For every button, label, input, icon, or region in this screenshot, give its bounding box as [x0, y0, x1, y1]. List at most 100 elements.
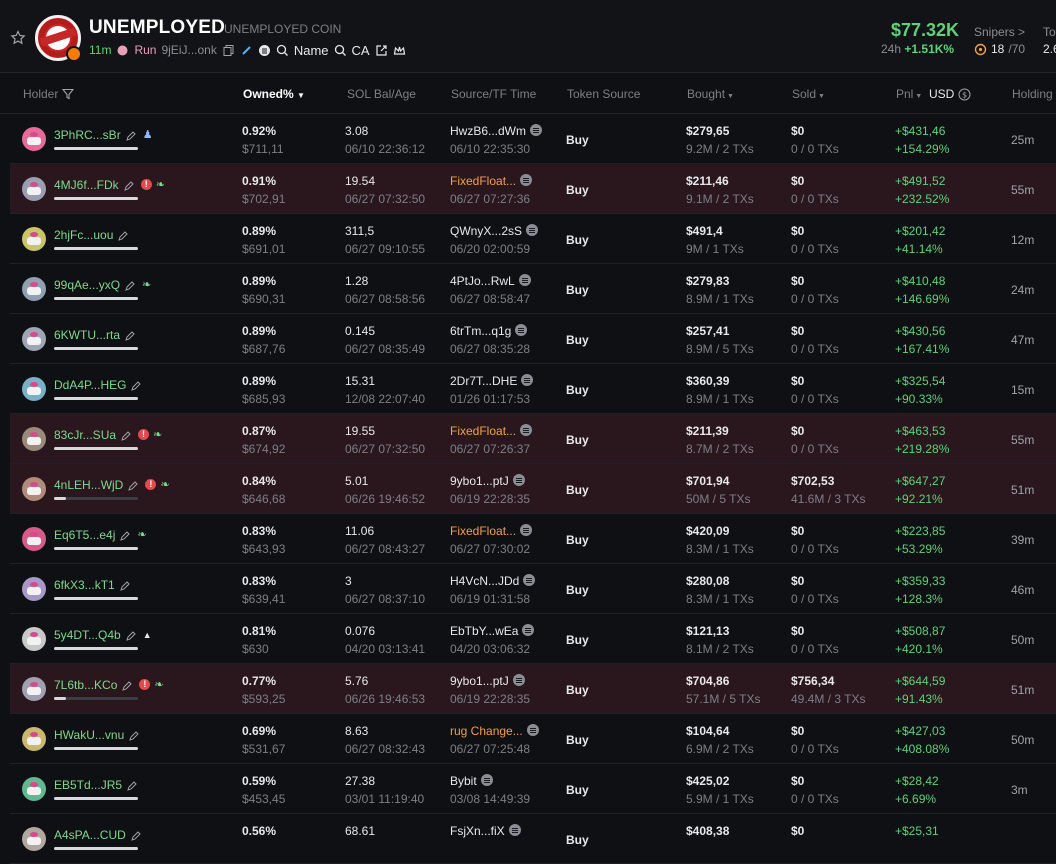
table-row[interactable]: Eq6T5...e4j ❧ 0.83% $643,93 11.06 06/27 08:43…: [10, 514, 1056, 564]
source-list-icon[interactable]: [512, 474, 525, 486]
holder-address[interactable]: 7L6tb...KCo: [54, 678, 117, 692]
funding-source[interactable]: 9ybo1...ptJ: [450, 674, 509, 688]
table-row[interactable]: 4nLEH...WjD! ❧ 0.84% $646,68 5.01 06/26 19:46…: [10, 464, 1056, 514]
source-list-icon[interactable]: [518, 274, 531, 286]
edit-icon[interactable]: [124, 330, 136, 342]
table-row[interactable]: 2hjFc...uou 0.89% $691,01 311,5 06/27 09:10:…: [10, 214, 1056, 264]
source-list-icon[interactable]: [520, 524, 533, 536]
edit-icon[interactable]: [124, 280, 136, 292]
source-list-icon[interactable]: [521, 374, 534, 386]
table-row[interactable]: 99qAe...yxQ ❧ 0.89% $690,31 1.28 06/27 08:58:…: [10, 264, 1056, 314]
avatar[interactable]: [22, 227, 46, 251]
funding-source[interactable]: HwzB6...dWm: [450, 124, 526, 138]
table-row[interactable]: 4MJ6f...FDk! ❧ 0.91% $702,91 19.54 06/27 07:3…: [10, 164, 1056, 214]
table-row[interactable]: 5y4DT...Q4b ▲ 0.81% $630 0.076 04/20 03:13:41…: [10, 614, 1056, 664]
avatar[interactable]: [22, 127, 46, 151]
edit-icon[interactable]: [128, 730, 140, 742]
edit-icon[interactable]: [130, 380, 142, 392]
table-row[interactable]: A4sPA...CUD 0.56% 68.61 FsjXn...fiX Buy $408,…: [10, 814, 1056, 864]
col-pnl[interactable]: Pnl ▼: [896, 87, 922, 101]
holder-address[interactable]: 6fkX3...kT1: [54, 578, 115, 592]
holder-address[interactable]: 4MJ6f...FDk: [54, 178, 119, 192]
funding-source[interactable]: 2Dr7T...DHE: [450, 374, 517, 388]
funding-source[interactable]: FixedFloat...: [450, 524, 516, 538]
edit-icon[interactable]: [119, 530, 131, 542]
funding-source[interactable]: 9ybo1...ptJ: [450, 474, 509, 488]
funding-source[interactable]: FsjXn...fiX: [450, 824, 505, 838]
list-icon[interactable]: [258, 44, 271, 57]
search-ca-icon[interactable]: [334, 44, 347, 57]
holder-address[interactable]: Eq6T5...e4j: [54, 528, 115, 542]
avatar[interactable]: [22, 577, 46, 601]
pump-link-icon[interactable]: [240, 44, 253, 57]
funding-source[interactable]: 4PtJo...RwL: [450, 274, 515, 288]
source-list-icon[interactable]: [522, 624, 535, 636]
run-label[interactable]: Run: [134, 43, 156, 57]
table-row[interactable]: 83cJr...SUa! ❧ 0.87% $674,92 19.55 06/27 07:3…: [10, 414, 1056, 464]
col-token-source[interactable]: Token Source: [567, 87, 640, 101]
holder-address[interactable]: 6KWTU...rta: [54, 328, 120, 342]
avatar[interactable]: [22, 477, 46, 501]
edit-icon[interactable]: [125, 630, 137, 642]
usd-toggle[interactable]: USD $: [929, 87, 971, 101]
col-sol-balance[interactable]: SOL Bal/Age: [347, 87, 416, 101]
source-list-icon[interactable]: [480, 774, 493, 786]
avatar[interactable]: [22, 677, 46, 701]
holder-address[interactable]: HWakU...vnu: [54, 728, 124, 742]
edit-icon[interactable]: [119, 580, 131, 592]
table-row[interactable]: 7L6tb...KCo! ❧ 0.77% $593,25 5.76 06/26 19:46…: [10, 664, 1056, 714]
table-row[interactable]: 6fkX3...kT1 0.83% $639,41 3 06/27 08:37:10 H4…: [10, 564, 1056, 614]
source-list-icon[interactable]: [523, 574, 536, 586]
table-row[interactable]: HWakU...vnu 0.69% $531,67 8.63 06/27 08:32:4…: [10, 714, 1056, 764]
source-list-icon[interactable]: [508, 824, 521, 836]
holder-address[interactable]: 83cJr...SUa: [54, 428, 116, 442]
holder-address[interactable]: 5y4DT...Q4b: [54, 628, 121, 642]
edit-icon[interactable]: [117, 230, 129, 242]
col-holding[interactable]: Holding I: [1012, 87, 1056, 101]
holder-address[interactable]: EB5Td...JR5: [54, 778, 122, 792]
col-owned[interactable]: Owned% ▼: [243, 87, 305, 101]
edit-icon[interactable]: [120, 430, 132, 442]
avatar[interactable]: [22, 727, 46, 751]
funding-source[interactable]: 6trTm...q1g: [450, 324, 511, 338]
external-link-icon[interactable]: [375, 44, 388, 57]
edit-icon[interactable]: [121, 680, 133, 692]
funding-source[interactable]: Bybit: [450, 774, 477, 788]
funding-source[interactable]: FixedFloat...: [450, 424, 516, 438]
avatar[interactable]: [22, 827, 46, 851]
col-holder[interactable]: Holder: [23, 87, 74, 101]
holder-address[interactable]: DdA4P...HEG: [54, 378, 126, 392]
source-list-icon[interactable]: [520, 424, 533, 436]
star-icon[interactable]: [10, 30, 26, 46]
copy-icon[interactable]: [222, 44, 235, 57]
search-name-link[interactable]: Name: [294, 43, 329, 58]
avatar[interactable]: [22, 277, 46, 301]
search-icon[interactable]: [276, 44, 289, 57]
source-list-icon[interactable]: [526, 724, 539, 736]
funding-source[interactable]: H4VcN...JDd: [450, 574, 519, 588]
crown-icon[interactable]: [393, 44, 406, 57]
holder-address[interactable]: 4nLEH...WjD: [54, 478, 123, 492]
funding-source[interactable]: EbTbY...wEa: [450, 624, 518, 638]
table-row[interactable]: 6KWTU...rta 0.89% $687,76 0.145 06/27 08:35:…: [10, 314, 1056, 364]
source-list-icon[interactable]: [530, 124, 543, 136]
funding-source[interactable]: QWnyX...2sS: [450, 224, 522, 238]
avatar[interactable]: [22, 177, 46, 201]
table-row[interactable]: DdA4P...HEG 0.89% $685,93 15.31 12/08 22:07:…: [10, 364, 1056, 414]
avatar[interactable]: [22, 777, 46, 801]
col-source-tf[interactable]: Source/TF Time: [451, 87, 536, 101]
col-bought[interactable]: Bought ▼: [687, 87, 734, 101]
funding-source[interactable]: FixedFloat...: [450, 174, 516, 188]
snipers-label[interactable]: Snipers >: [974, 25, 1025, 39]
avatar[interactable]: [22, 327, 46, 351]
edit-icon[interactable]: [126, 780, 138, 792]
avatar[interactable]: [22, 427, 46, 451]
holder-address[interactable]: 3PhRC...sBr: [54, 128, 121, 142]
holder-address[interactable]: 2hjFc...uou: [54, 228, 113, 242]
edit-icon[interactable]: [123, 180, 135, 192]
search-ca-link[interactable]: CA: [352, 43, 370, 58]
avatar[interactable]: [22, 627, 46, 651]
source-list-icon[interactable]: [512, 674, 525, 686]
source-list-icon[interactable]: [515, 324, 528, 336]
filter-icon[interactable]: [61, 88, 74, 100]
